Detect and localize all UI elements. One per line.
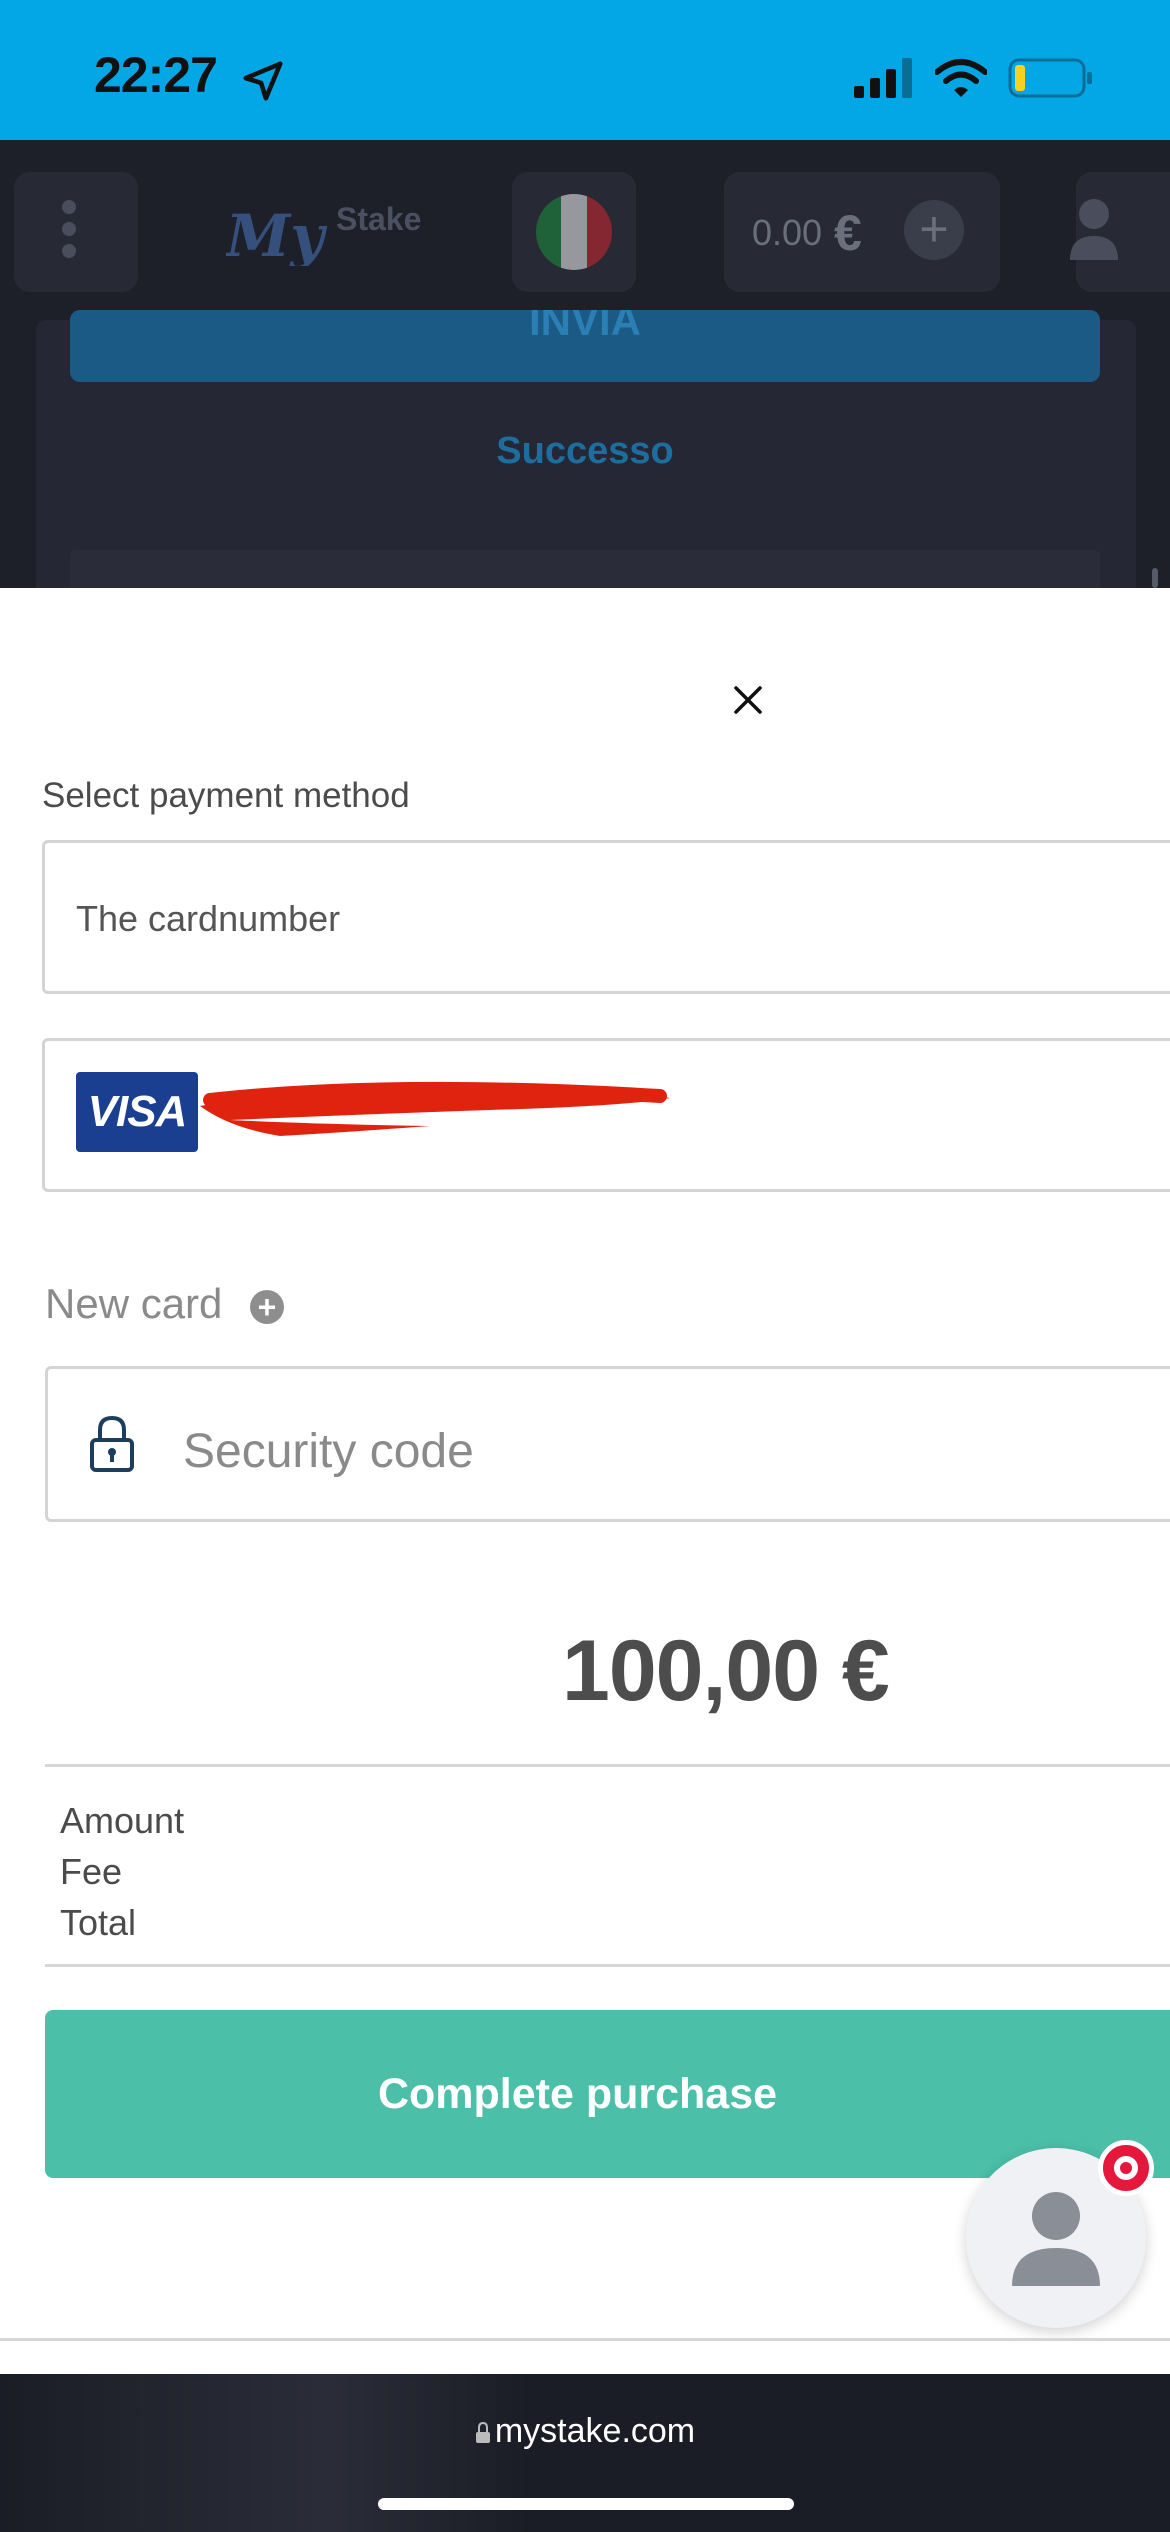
cellular-signal-icon [854, 58, 912, 98]
invia-button[interactable]: INVIA [70, 310, 1100, 382]
site-background: My Stake 0.00 € + INVIA Successo [0, 140, 1170, 588]
svg-text:Stake: Stake [336, 201, 421, 237]
svg-text:My: My [226, 202, 328, 266]
home-indicator[interactable] [378, 2498, 794, 2510]
browser-bar: mystake.com [0, 2374, 1170, 2532]
lock-icon [90, 1415, 134, 1472]
payment-method-label: Select payment method [42, 776, 410, 815]
mystake-logo[interactable]: My Stake [226, 190, 426, 266]
sheet-bottom-divider [0, 2338, 1170, 2341]
amount-label: Amount [60, 1800, 185, 1841]
total-label: Total [60, 1902, 137, 1943]
battery-icon [1008, 58, 1092, 98]
agent-icon [1012, 2192, 1100, 2286]
balance-amount: 0.00 [752, 212, 823, 253]
complete-purchase-button[interactable]: Complete purchase [45, 2010, 1170, 2178]
user-icon [1070, 199, 1118, 260]
wifi-icon [935, 59, 987, 97]
visa-brand: VISA [87, 1087, 188, 1136]
address-bar[interactable]: mystake.com [0, 2412, 1170, 2451]
location-arrow-icon [243, 61, 283, 101]
divider [45, 1964, 1170, 1967]
close-icon[interactable] [726, 678, 770, 722]
italy-flag-icon [536, 194, 612, 270]
success-text: Successo [496, 430, 674, 472]
divider [45, 1764, 1170, 1767]
visa-logo: VISA [76, 1072, 198, 1152]
fee-label: Fee [60, 1851, 123, 1892]
notification-badge [1098, 2140, 1154, 2196]
secure-lock-icon [475, 2422, 490, 2443]
status-time: 22:27 [94, 47, 218, 103]
complete-purchase-label: Complete purchase [377, 2070, 778, 2118]
new-card-label[interactable]: New card [45, 1280, 222, 1328]
euro-icon: € [834, 205, 862, 261]
content-box [70, 550, 1100, 588]
url-text: mystake.com [494, 2412, 696, 2450]
total-amount: 100,00 € [562, 1623, 890, 1719]
security-code-placeholder: Security code [183, 1425, 474, 1478]
status-bar: 22:27 [0, 0, 1170, 140]
deposit-plus-button[interactable]: + [904, 200, 964, 260]
card-number-placeholder: The cardnumber [76, 898, 341, 939]
redacted-card-number [200, 1081, 670, 1136]
add-card-icon[interactable]: + [250, 1290, 284, 1324]
scrollbar[interactable] [1152, 568, 1158, 588]
more-vertical-icon [62, 200, 76, 266]
menu-button[interactable] [14, 172, 138, 292]
